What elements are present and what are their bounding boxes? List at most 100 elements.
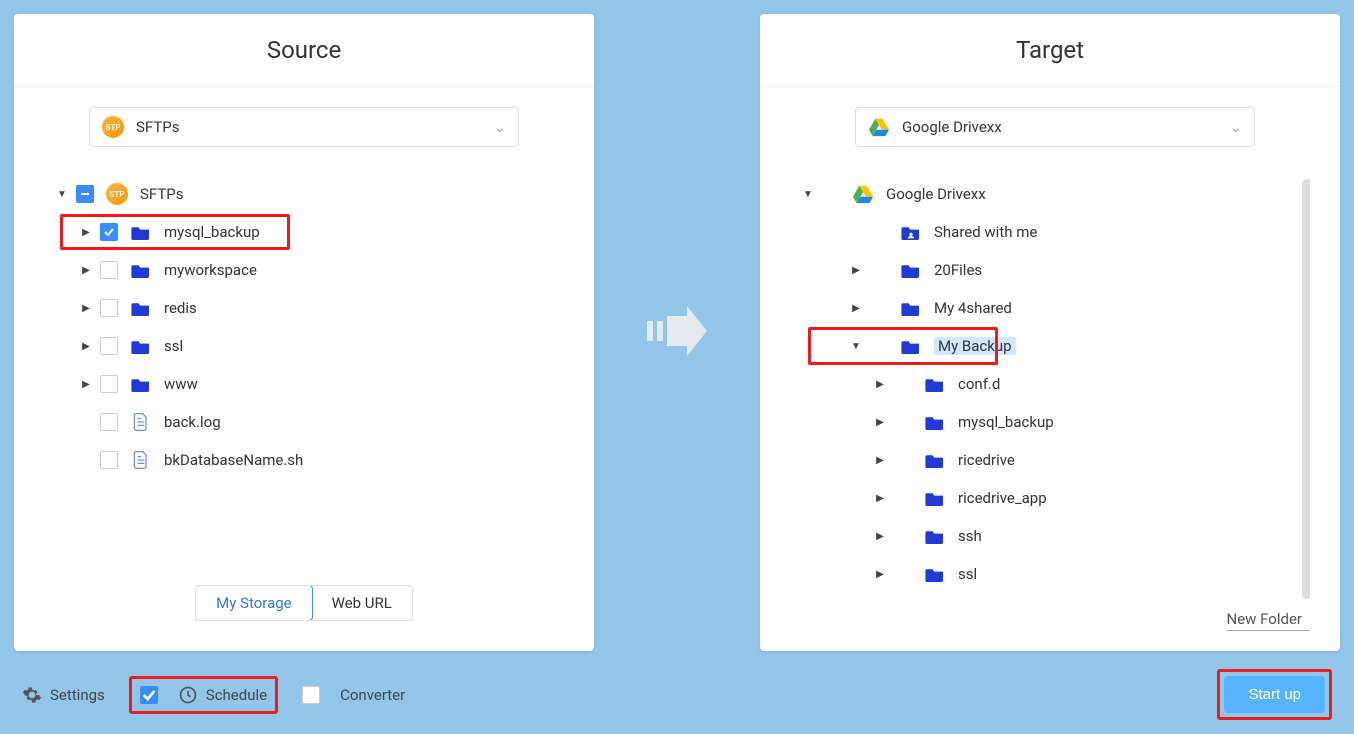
folder-icon [924, 566, 946, 582]
checkbox[interactable] [100, 261, 118, 279]
row-label: My 4shared [934, 299, 1012, 317]
settings-button[interactable]: Settings [22, 685, 105, 705]
checkbox[interactable] [100, 337, 118, 355]
caret-icon[interactable]: ▶ [78, 379, 94, 390]
caret-down-icon[interactable]: ▼ [54, 189, 70, 200]
folder-icon [130, 224, 152, 240]
row-label: ricedrive [958, 451, 1015, 469]
clock-icon [178, 685, 198, 705]
tree-row[interactable]: ▶www [54, 365, 554, 403]
row-label: myworkspace [164, 261, 257, 279]
tree-row[interactable]: ▶ redis [54, 289, 554, 327]
folder-icon [924, 528, 946, 544]
tree-root[interactable]: ▼ Google Drivexx [800, 175, 1310, 213]
tree-row[interactable]: ▶ ricedrive [800, 441, 1310, 479]
tree-row[interactable]: ▶ My 4shared [800, 289, 1310, 327]
folder-icon [924, 452, 946, 468]
checkbox[interactable] [100, 223, 118, 241]
source-title: Source [14, 14, 594, 87]
folder-icon [900, 338, 922, 354]
caret-icon[interactable]: ▶ [848, 303, 864, 314]
row-label: redis [164, 299, 197, 317]
tree-row[interactable]: back.log [54, 403, 554, 441]
row-label: conf.d [958, 375, 1000, 393]
sftp-icon: STP [106, 183, 128, 205]
folder-icon [900, 262, 922, 278]
converter-checkbox[interactable] [302, 686, 320, 704]
row-label: My Backup [934, 337, 1016, 355]
row-label: Shared with me [934, 223, 1037, 241]
caret-icon[interactable]: ▶ [78, 303, 94, 314]
caret-icon[interactable]: ▶ [848, 265, 864, 276]
checkbox[interactable] [100, 413, 118, 431]
tree-row[interactable]: ▶ ssl [800, 555, 1310, 593]
source-panel: Source STP SFTPs ⌄ ▼ ST [14, 14, 594, 651]
source-tabs: My Storage Web URL [195, 585, 413, 621]
target-root-label: Google Drivexx [886, 185, 986, 203]
tree-row[interactable]: bkDatabaseName.sh [54, 441, 554, 479]
caret-icon[interactable]: ▶ [872, 417, 888, 428]
caret-icon[interactable]: ▼ [848, 341, 864, 352]
shared-folder-icon [900, 224, 922, 240]
folder-icon [900, 300, 922, 316]
caret-icon[interactable]: ▶ [872, 379, 888, 390]
target-title: Target [760, 14, 1340, 87]
schedule-label: Schedule [206, 686, 267, 704]
startup-button[interactable]: Start up [1224, 676, 1325, 713]
row-label: 20Files [934, 261, 982, 279]
checkbox[interactable] [100, 299, 118, 317]
folder-icon [924, 414, 946, 430]
caret-icon[interactable]: ▶ [872, 531, 888, 542]
folder-icon [130, 376, 152, 392]
tree-row[interactable]: ▶ ssh [800, 517, 1310, 555]
caret-icon[interactable]: ▶ [872, 569, 888, 580]
row-label: ssh [958, 527, 982, 545]
schedule-toggle[interactable]: Schedule [129, 676, 278, 714]
row-label: mysql_backup [958, 413, 1054, 431]
gdrive-icon [868, 116, 890, 138]
settings-label: Settings [50, 686, 105, 704]
row-label: ssl [958, 565, 977, 583]
row-label: bkDatabaseName.sh [164, 451, 303, 469]
source-dropdown[interactable]: STP SFTPs ⌄ [89, 107, 519, 147]
tree-row[interactable]: ▶ conf.d [800, 365, 1310, 403]
schedule-checkbox[interactable] [140, 686, 158, 704]
caret-icon[interactable]: ▶ [78, 227, 94, 238]
tree-row[interactable]: ▼ My Backup [800, 327, 1310, 365]
target-dropdown[interactable]: Google Drivexx ⌄ [855, 107, 1255, 147]
row-label: back.log [164, 413, 221, 431]
file-icon [130, 450, 152, 470]
new-folder-button[interactable]: New Folder [1227, 610, 1310, 631]
tree-row[interactable]: ▶ 20Files [800, 251, 1310, 289]
row-label: mysql_backup [164, 223, 260, 241]
folder-icon [924, 376, 946, 392]
converter-toggle[interactable]: Converter [302, 686, 405, 704]
tree-root[interactable]: ▼ STP SFTPs [54, 175, 554, 213]
checkbox[interactable] [100, 375, 118, 393]
converter-label: Converter [340, 686, 405, 704]
tree-row[interactable]: ▶ mysql_backup [800, 403, 1310, 441]
caret-icon[interactable]: ▶ [872, 455, 888, 466]
tab-web-url[interactable]: Web URL [312, 586, 412, 620]
row-label: ricedrive_app [958, 489, 1047, 507]
scrollbar[interactable] [1302, 179, 1310, 599]
tree-row[interactable]: Shared with me [800, 213, 1310, 251]
gdrive-icon [852, 183, 874, 205]
chevron-down-icon: ⌄ [493, 118, 506, 136]
caret-icon[interactable]: ▶ [872, 493, 888, 504]
caret-icon[interactable]: ▶ [78, 341, 94, 352]
tree-row[interactable]: ▶ ricedrive_app [800, 479, 1310, 517]
caret-down-icon[interactable]: ▼ [800, 189, 816, 200]
folder-icon [130, 262, 152, 278]
tree-row[interactable]: ▶ myworkspace [54, 251, 554, 289]
tab-my-storage[interactable]: My Storage [195, 585, 312, 621]
caret-icon[interactable]: ▶ [78, 265, 94, 276]
tree-row[interactable]: ▶ssl [54, 327, 554, 365]
checkbox[interactable] [100, 451, 118, 469]
tree-row[interactable]: ▶ mysql_backup [54, 213, 554, 251]
gear-icon [22, 685, 42, 705]
checkbox-partial[interactable] [76, 185, 94, 203]
target-dropdown-label: Google Drivexx [902, 118, 1229, 136]
folder-icon [924, 490, 946, 506]
arrow-right-icon [642, 301, 712, 365]
